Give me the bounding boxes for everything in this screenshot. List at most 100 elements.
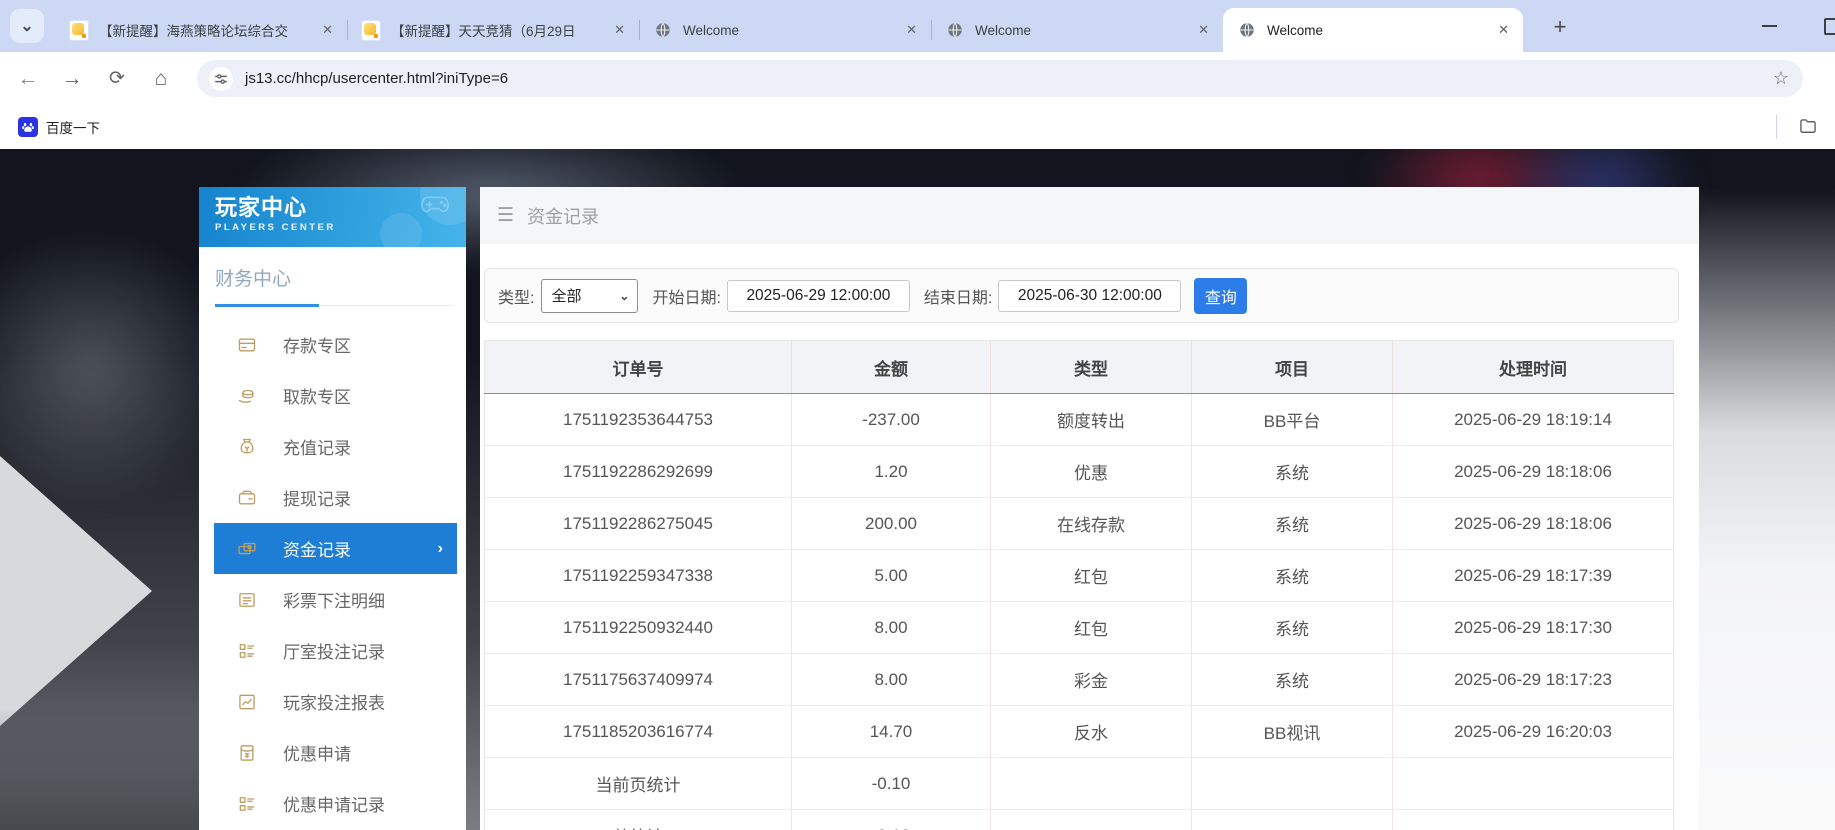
table-row: 1751192259347338 5.00 红包 系统 2025-06-29 18:17…	[484, 549, 1674, 602]
table-row: 1751192286275045 200.00 在线存款 系统 2025-06-29 1…	[484, 497, 1674, 550]
tab-title: Welcome	[1267, 22, 1324, 38]
table-cell: -237.00	[791, 393, 991, 446]
table-cell: 1751192259347338	[484, 549, 792, 602]
table-cell: 1751192250932440	[484, 601, 792, 654]
forward-button[interactable]: →	[52, 52, 92, 105]
end-date-label: 结束日期:	[923, 289, 993, 307]
home-button[interactable]: ⌂	[141, 52, 181, 105]
tab-close-icon[interactable]: ✕	[318, 20, 337, 40]
browser-tab[interactable]: Welcome ✕	[639, 8, 931, 52]
type-label: 类型:	[498, 289, 535, 307]
new-tab-button[interactable]: +	[1546, 13, 1574, 41]
forward-icon: →	[61, 66, 83, 90]
tab-close-icon[interactable]: ✕	[1194, 20, 1213, 40]
reload-button[interactable]: ⟳	[97, 52, 137, 105]
table-cell: 14.70	[791, 705, 991, 758]
tab-search-button[interactable]: ⌄	[10, 9, 44, 43]
url-text[interactable]: js13.cc/hhcp/usercenter.html?iniType=6	[245, 70, 1773, 87]
type-select[interactable]: 全部 ⌄	[541, 278, 639, 313]
list-check-icon	[237, 794, 257, 814]
browser-tab-bar: ⌄ 【新提醒】海燕策略论坛综合交 ✕ 【新提醒】天天竞猜（6月29日 ✕ Wel…	[0, 0, 1835, 52]
baidu-paw-icon	[18, 117, 38, 137]
site-info-button[interactable]	[209, 66, 233, 91]
sidebar-item[interactable]: 玩家投注报表	[214, 676, 457, 727]
back-button[interactable]: ←	[8, 52, 48, 105]
red-packet-icon	[237, 743, 257, 763]
bookmark-star-icon[interactable]: ☆	[1773, 68, 1789, 89]
table-cell: 1751192286275045	[484, 497, 792, 550]
sidebar-item[interactable]: 优惠申请	[214, 727, 457, 778]
tab-title: 【新提醒】海燕策略论坛综合交	[99, 24, 288, 39]
sidebar-item-label: 存款专区	[283, 337, 351, 356]
sidebar-item[interactable]: 彩票下注明细	[214, 574, 457, 625]
table-cell	[990, 809, 1192, 830]
home-icon: ⌂	[154, 66, 168, 90]
finance-center-heading: 财务中心	[215, 269, 292, 290]
window-minimize-button[interactable]	[1762, 25, 1777, 27]
table-body: 1751192353644753 -237.00 额度转出 BB平台 2025-06-2…	[484, 393, 1674, 830]
table-cell: BB平台	[1191, 393, 1393, 446]
table-cell: 系统	[1191, 601, 1393, 654]
background-left-bottom-shade	[0, 709, 200, 830]
column-header: 处理时间	[1392, 340, 1674, 394]
bookmarks-bar: 百度一下	[0, 105, 1835, 149]
start-date-label: 开始日期:	[652, 289, 721, 307]
tab-close-icon[interactable]: ✕	[610, 20, 629, 40]
globe-icon	[945, 20, 965, 40]
bookmarks-folder-icon[interactable]	[1798, 116, 1818, 141]
table-cell	[990, 757, 1192, 810]
query-button[interactable]: 查询	[1194, 277, 1248, 314]
sidebar: 玩家中心 PLAYERS CENTER 财务中心 存款专区 取款专区 充值记录 …	[199, 187, 466, 830]
sidebar-item[interactable]: 优惠申请记录	[214, 778, 457, 829]
table-cell: 2025-06-29 18:17:23	[1392, 653, 1674, 706]
sidebar-item[interactable]: 充值记录	[214, 421, 457, 472]
start-date-input[interactable]	[726, 279, 910, 312]
table-cell: 红包	[990, 601, 1192, 654]
globe-icon	[1237, 20, 1257, 40]
table-cell: 红包	[990, 549, 1192, 602]
table-cell: -0.10	[791, 757, 991, 810]
end-date-input[interactable]	[998, 279, 1182, 312]
column-header: 项目	[1191, 340, 1393, 394]
tab-close-icon[interactable]: ✕	[902, 20, 921, 40]
table-cell	[1191, 809, 1393, 830]
window-maximize-button[interactable]	[1824, 18, 1835, 35]
sidebar-item[interactable]: 存款专区	[214, 319, 457, 370]
sidebar-item[interactable]: 资金记录 ›	[214, 523, 457, 574]
sidebar-item[interactable]: 提现记录	[214, 472, 457, 523]
browser-tab[interactable]: 【新提醒】天天竞猜（6月29日 ✕	[347, 8, 639, 52]
table-cell: 2025-06-29 18:19:14	[1392, 393, 1674, 446]
list-icon	[237, 590, 257, 610]
table-cell: 1751175637409974	[484, 653, 792, 706]
sidebar-item[interactable]: 厅室投注记录	[214, 625, 457, 676]
gamepad-icon	[420, 193, 450, 220]
chevron-right-icon: ›	[437, 539, 443, 557]
table-cell: 2025-06-29 18:17:30	[1392, 601, 1674, 654]
chevron-down-icon: ⌄	[20, 18, 34, 35]
sidebar-item[interactable]: 取款专区	[214, 370, 457, 421]
table-cell: 2025-06-29 18:18:06	[1392, 445, 1674, 498]
withdraw-hand-icon	[237, 386, 257, 406]
browser-tab[interactable]: Welcome ✕	[931, 8, 1223, 52]
sidebar-item-label: 玩家投注报表	[283, 694, 385, 713]
table-row: 1751192250932440 8.00 红包 系统 2025-06-29 18:17…	[484, 601, 1674, 654]
address-bar[interactable]: js13.cc/hhcp/usercenter.html?iniType=6 ☆	[197, 60, 1803, 97]
sidebar-banner: 玩家中心 PLAYERS CENTER	[199, 187, 466, 247]
bookmarks-separator	[1776, 115, 1777, 139]
list-check-icon	[237, 641, 257, 661]
bookmark-item-baidu[interactable]: 百度一下	[10, 112, 108, 142]
moneybag-icon	[237, 437, 257, 457]
table-cell: 系统	[1191, 497, 1393, 550]
table-cell	[1191, 757, 1393, 810]
browser-tab[interactable]: Welcome ✕	[1223, 8, 1523, 52]
tab-close-icon[interactable]: ✕	[1494, 20, 1513, 40]
table-cell: 8.00	[791, 601, 991, 654]
banner-decor-circle	[380, 213, 422, 247]
table-cell: -0.10	[791, 809, 991, 830]
hamburger-menu-icon[interactable]: ☰	[497, 204, 514, 227]
globe-icon	[653, 20, 673, 40]
main-panel: ☰ 资金记录 类型: 全部 ⌄ 开始日期: 结束日期: 查询 订单号金额类型项目…	[480, 187, 1699, 830]
table-cell: 1751192353644753	[484, 393, 792, 446]
page-title: 资金记录	[527, 206, 600, 227]
browser-tab[interactable]: 【新提醒】海燕策略论坛综合交 ✕	[55, 8, 347, 52]
